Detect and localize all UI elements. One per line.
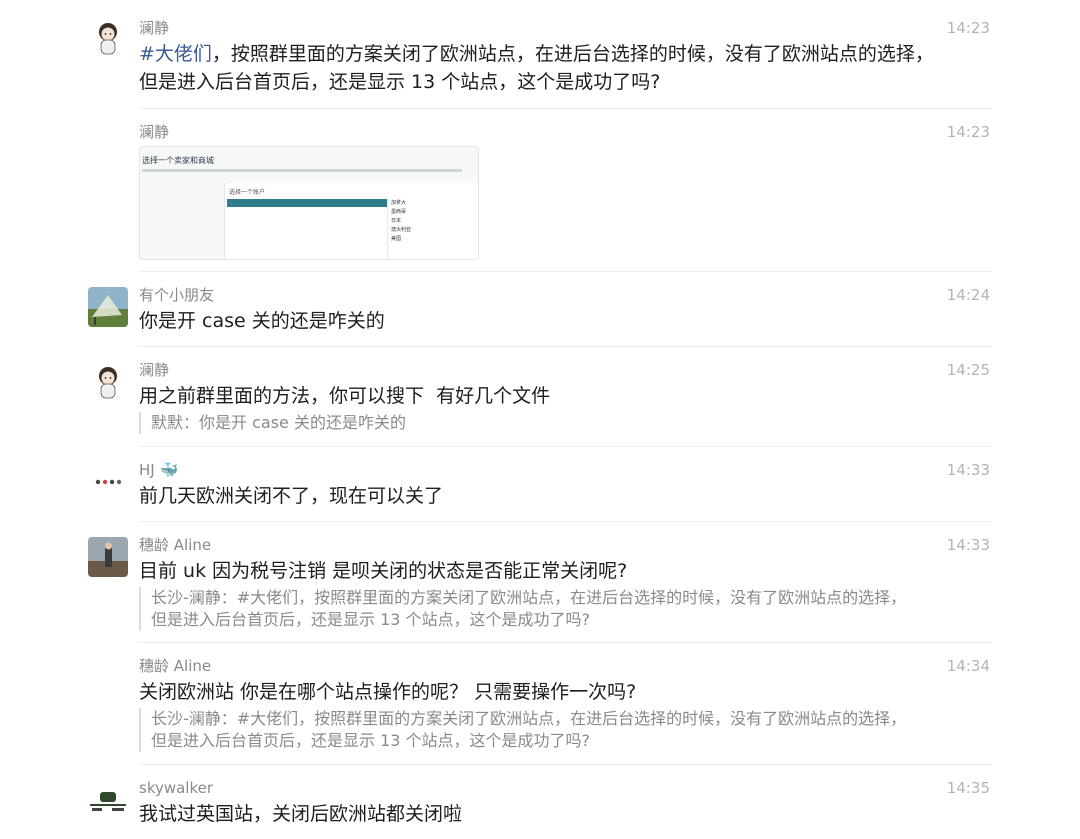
quoted-message[interactable]: 长沙-澜静：#大佬们，按照群里面的方案关闭了欧洲站点，在进后台选择的时候，没有了… [139,587,991,631]
quoted-message[interactable]: 长沙-澜静：#大佬们，按照群里面的方案关闭了欧洲站点，在进后台选择的时候，没有了… [139,708,991,752]
message-text: 前几天欧洲关闭不了，现在可以关了 [139,485,444,507]
sender-name: 澜静 [139,123,170,141]
message-time: 14:23 [946,19,990,37]
message-text: 目前 uk 因为税号注销 是呗关闭的状态是否能正常关闭呢? [139,560,628,582]
avatar[interactable] [88,537,128,577]
sender-name: skywalker [139,779,214,797]
image-panel: 选择一个账户 加拿大 墨西哥 日本 澳大利亚 美国 [224,183,478,259]
divider [139,108,991,109]
divider [139,446,991,447]
message-text: 我试过英国站，关闭后欧洲站都关闭啦 [139,803,463,825]
image-country: 美国 [391,236,402,242]
message-time: 14:33 [946,461,990,479]
avatar[interactable] [88,287,128,327]
message-text: 关闭欧洲站 你是在哪个站点操作的呢？ 只需要操作一次吗? [139,681,637,703]
avatar[interactable] [88,462,128,502]
image-account-label: 选择一个账户 [229,189,266,196]
message-time: 14:24 [946,286,990,304]
avatar[interactable] [88,780,128,820]
message-text: 你是开 case 关的还是咋关的 [139,310,385,332]
image-country: 澳大利亚 [391,227,412,233]
divider [139,764,991,765]
divider [139,642,991,643]
quoted-message[interactable]: 默默：你是开 case 关的还是咋关的 [139,412,991,434]
divider [139,346,991,347]
sender-name: 澜静 [139,361,170,379]
image-country: 日本 [391,218,402,224]
sender-name: 有个小朋友 [139,286,215,304]
sender-name: 穗龄 Aline [139,536,212,554]
image-country-list: 加拿大 墨西哥 日本 澳大利亚 美国 [391,199,451,244]
message-text: 用之前群里面的方法，你可以搜下 有好几个文件 [139,385,551,407]
hashtag-link[interactable]: #大佬们 [139,43,212,65]
sender-name: HJ 🐳 [139,461,179,479]
image-country: 加拿大 [391,200,407,206]
message-time: 14:34 [946,657,990,675]
message-time: 14:33 [946,536,990,554]
message-time: 14:23 [946,123,990,141]
image-title: 选择一个卖家和商城 [142,156,214,165]
avatar[interactable] [88,18,128,58]
avatar[interactable] [88,362,128,402]
message-time: 14:35 [946,779,990,797]
message-time: 14:25 [946,361,990,379]
sender-name: 穗龄 Aline [139,657,212,675]
message-text: #大佬们，按照群里面的方案关闭了欧洲站点，在进后台选择的时候，没有了欧洲站点的选… [139,40,989,96]
screenshot-image[interactable]: 选择一个卖家和商城 选择一个账户 加拿大 墨西哥 日本 澳大利亚 美国 [139,146,479,260]
divider [139,271,991,272]
sender-name: 澜静 [139,19,170,37]
image-selected-row [227,199,387,207]
message-body: ，按照群里面的方案关闭了欧洲站点，在进后台选择的时候，没有了欧洲站点的选择， 但… [139,43,934,93]
image-country: 墨西哥 [391,209,407,215]
image-column-divider [387,199,388,259]
image-subtitle-line [142,169,462,172]
divider [139,521,991,522]
